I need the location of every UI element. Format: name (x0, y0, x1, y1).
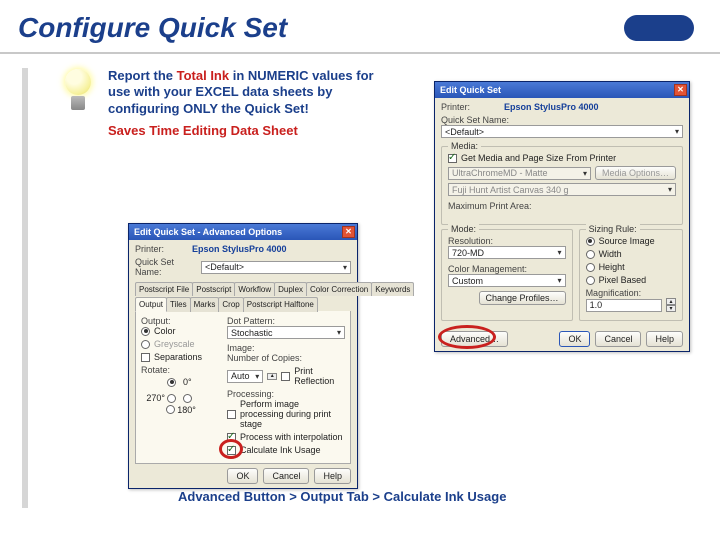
tab-postscript[interactable]: Postscript (192, 282, 235, 296)
radio-source-image[interactable] (586, 237, 595, 246)
dialog-title: Edit Quick Set (440, 85, 501, 95)
source-image-label: Source Image (599, 236, 655, 246)
output-group-label: Output: (141, 316, 221, 326)
advanced-button[interactable]: Advanced… (441, 331, 508, 347)
calc-ink-label: Calculate Ink Usage (240, 445, 321, 455)
copies-label: Number of Copies: (227, 353, 302, 363)
breadcrumb-path: Advanced Button > Output Tab > Calculate… (178, 489, 506, 504)
edit-quick-set-dialog: Edit Quick Set ✕ Printer: Epson StylusPr… (434, 81, 690, 352)
radio-color-label: Color (154, 326, 176, 336)
radio-color[interactable] (141, 327, 150, 336)
check-separations[interactable] (141, 353, 150, 362)
media-select: UltraChromeMD - Matte (448, 167, 591, 180)
radio-pixel[interactable] (586, 276, 595, 285)
radio-greyscale[interactable] (141, 340, 150, 349)
tab-postscript-file[interactable]: Postscript File (135, 282, 193, 296)
magnification-spinner[interactable]: ▴▾ (666, 298, 676, 312)
printer-value: Epson StylusPro 4000 (504, 102, 599, 112)
rot-270-label: 270° (141, 393, 165, 403)
radio-rot-0[interactable] (167, 378, 176, 387)
change-profiles-button[interactable]: Change Profiles… (479, 291, 566, 305)
dialog-title: Edit Quick Set - Advanced Options (134, 227, 282, 237)
media-options-button: Media Options… (595, 166, 676, 180)
tab-marks[interactable]: Marks (190, 297, 220, 312)
tab-tiles[interactable]: Tiles (166, 297, 191, 312)
tab-output[interactable]: Output (135, 297, 167, 312)
close-icon[interactable]: ✕ (674, 84, 687, 96)
magnification-label: Magnification: (586, 288, 676, 298)
tab-ps-halftone[interactable]: Postscript Halftone (243, 297, 318, 312)
check-get-media[interactable] (448, 154, 457, 163)
width-label: Width (599, 249, 622, 259)
page-title: Configure Quick Set (18, 12, 287, 44)
ok-button[interactable]: OK (227, 468, 258, 484)
color-mgmt-label: Color Management: (448, 264, 566, 274)
paper-select: Fuji Hunt Artist Canvas 340 g (448, 183, 676, 196)
cancel-button[interactable]: Cancel (263, 468, 309, 484)
intro-text: Report the Total Ink in NUMERIC values f… (108, 68, 388, 117)
pixel-label: Pixel Based (599, 275, 647, 285)
qsname-label: Quick Set Name: (441, 115, 683, 125)
printer-label: Printer: (135, 244, 164, 254)
dot-pattern-label: Dot Pattern: (227, 316, 345, 326)
radio-rot-270[interactable] (167, 394, 176, 403)
dot-pattern-select[interactable]: Stochastic (227, 326, 345, 339)
copies-spinner[interactable]: ▴ (267, 373, 277, 380)
printer-value: Epson StylusPro 4000 (192, 244, 287, 254)
copies-input[interactable]: Auto (227, 370, 263, 383)
radio-rot-90[interactable] (183, 394, 192, 403)
resolution-label: Resolution: (448, 236, 566, 246)
perform-label: Perform image processing during print st… (240, 399, 345, 429)
tab-keywords[interactable]: Keywords (371, 282, 414, 296)
sizing-group-label: Sizing Rule: (586, 224, 640, 234)
radio-width[interactable] (586, 250, 595, 259)
edit-quick-set-advanced-dialog: Edit Quick Set - Advanced Options ✕ Prin… (128, 223, 358, 489)
radio-greyscale-label: Greyscale (154, 339, 195, 349)
qsname-input[interactable]: <Default> (441, 125, 683, 138)
lightbulb-icon (61, 68, 95, 116)
rot-0-label: 0° (183, 377, 197, 387)
help-button[interactable]: Help (314, 468, 351, 484)
tab-workflow[interactable]: Workflow (234, 282, 275, 296)
tab-color-correction[interactable]: Color Correction (306, 282, 372, 296)
cancel-button[interactable]: Cancel (595, 331, 641, 347)
rotate-label: Rotate: (141, 365, 221, 375)
close-icon[interactable]: ✕ (342, 226, 355, 238)
title-accent (624, 15, 694, 41)
tab-duplex[interactable]: Duplex (274, 282, 307, 296)
radio-height[interactable] (586, 263, 595, 272)
resolution-select[interactable]: 720-MD (448, 246, 566, 259)
magnification-input[interactable]: 1.0 (586, 299, 662, 312)
printer-label: Printer: (441, 102, 470, 112)
print-reflection-label: Print Reflection (294, 366, 345, 386)
separations-label: Separations (154, 352, 202, 362)
qsname-input[interactable]: <Default> (201, 261, 351, 274)
tab-crop[interactable]: Crop (218, 297, 243, 312)
media-group-label: Media: (448, 141, 481, 151)
interpolation-label: Process with interpolation (240, 432, 343, 442)
check-calc-ink[interactable] (227, 446, 236, 455)
ok-button[interactable]: OK (559, 331, 590, 347)
mode-group-label: Mode: (448, 224, 479, 234)
qsname-label: Quick Set Name: (135, 257, 197, 277)
check-print-reflection[interactable] (281, 372, 290, 381)
radio-rot-180[interactable] (166, 405, 175, 414)
color-mgmt-select[interactable]: Custom (448, 274, 566, 287)
processing-label: Processing: (227, 389, 345, 399)
max-print-label: Maximum Print Area: (448, 201, 676, 211)
check-interpolation[interactable] (227, 433, 236, 442)
check-perform[interactable] (227, 410, 236, 419)
help-button[interactable]: Help (646, 331, 683, 347)
get-media-label: Get Media and Page Size From Printer (461, 153, 616, 163)
rot-180-label: 180° (177, 405, 196, 415)
height-label: Height (599, 262, 625, 272)
image-label: Image: (227, 343, 345, 353)
divider (0, 52, 720, 54)
